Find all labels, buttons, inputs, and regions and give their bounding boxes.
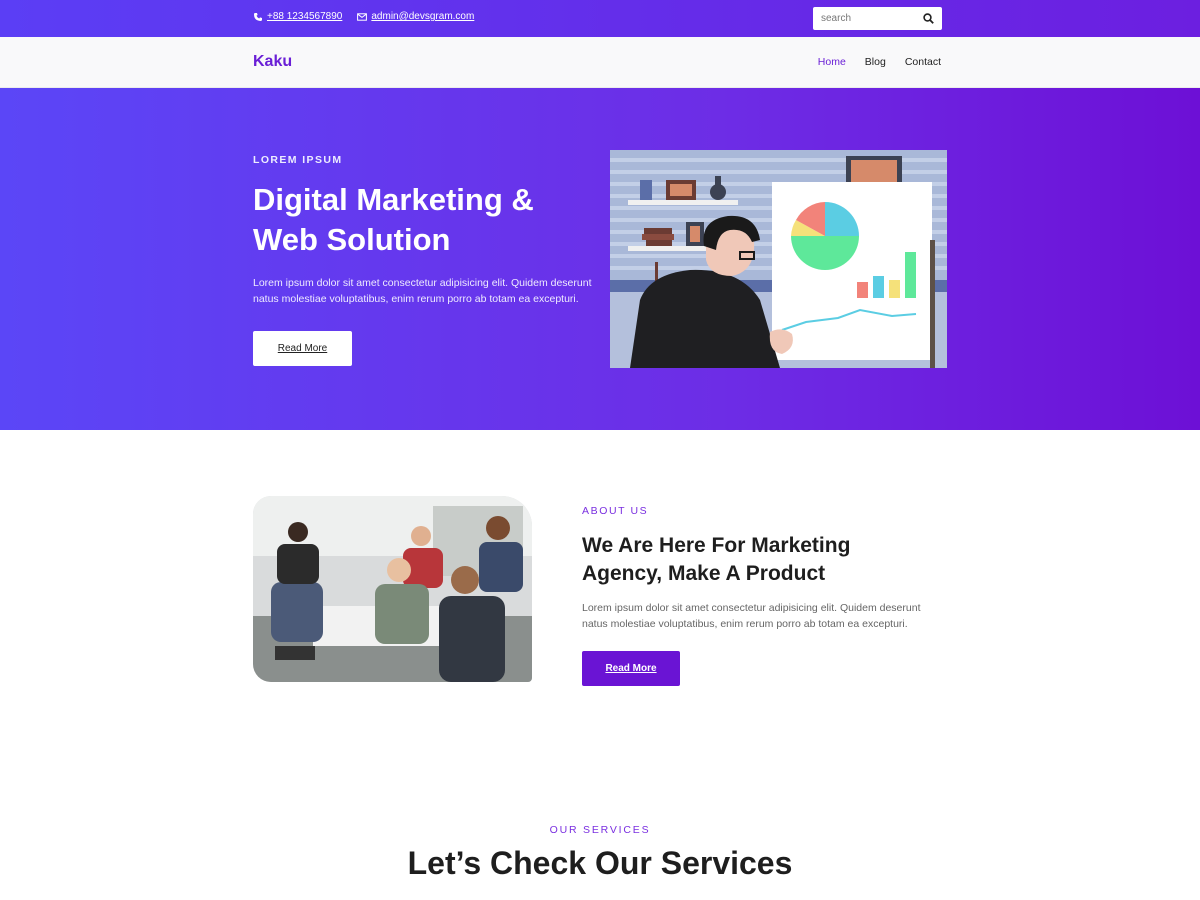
about-title: We Are Here For Marketing Agency, Make A… xyxy=(582,532,902,588)
about-section: ABOUT US We Are Here For Marketing Agenc… xyxy=(0,430,1200,790)
nav-menu: Home Blog Contact xyxy=(818,56,941,68)
search-box xyxy=(813,7,942,30)
phone-icon xyxy=(254,12,262,21)
hero-title: Digital Marketing & Web Solution xyxy=(253,180,583,260)
brand-logo[interactable]: Kaku xyxy=(253,53,292,71)
email-item[interactable]: admin@devsgram.com xyxy=(357,11,474,22)
search-input[interactable] xyxy=(813,8,913,29)
services-kicker: OUR SERVICES xyxy=(549,824,651,836)
services-title: Let’s Check Our Services xyxy=(407,845,793,881)
contact-info: +88 1234567890 admin@devsgram.com xyxy=(253,11,474,22)
phone-link[interactable]: +88 1234567890 xyxy=(267,11,342,22)
hero-description: Lorem ipsum dolor sit amet consectetur a… xyxy=(253,277,592,305)
email-link[interactable]: admin@devsgram.com xyxy=(371,11,474,22)
hero-kicker: LOREM IPSUM xyxy=(253,154,343,166)
about-read-more-button[interactable]: Read More xyxy=(582,651,680,686)
services-section: OUR SERVICES Let’s Check Our Services xyxy=(0,790,1200,900)
about-description: Lorem ipsum dolor sit amet consectetur a… xyxy=(582,602,921,630)
envelope-icon xyxy=(357,12,368,21)
phone-item[interactable]: +88 1234567890 xyxy=(253,11,342,22)
navbar: Kaku Home Blog Contact xyxy=(0,37,1200,88)
team-photo xyxy=(253,496,532,682)
hero-illustration xyxy=(610,150,947,368)
about-kicker: ABOUT US xyxy=(582,505,649,517)
nav-link-contact[interactable]: Contact xyxy=(905,56,941,68)
hero-title-line2: Web Solution xyxy=(253,222,451,257)
hero-title-line1: Digital Marketing & xyxy=(253,182,534,217)
nav-link-blog[interactable]: Blog xyxy=(865,56,886,68)
about-title-line1: We Are Here For Marketing xyxy=(582,534,851,557)
nav-link-home[interactable]: Home xyxy=(818,56,846,68)
about-title-line2: Agency, Make A Product xyxy=(582,562,826,585)
top-bar: +88 1234567890 admin@devsgram.com xyxy=(0,0,1200,37)
hero-read-more-button[interactable]: Read More xyxy=(253,331,352,366)
hero-section: LOREM IPSUM Digital Marketing & Web Solu… xyxy=(0,88,1200,430)
search-icon[interactable] xyxy=(923,13,934,24)
